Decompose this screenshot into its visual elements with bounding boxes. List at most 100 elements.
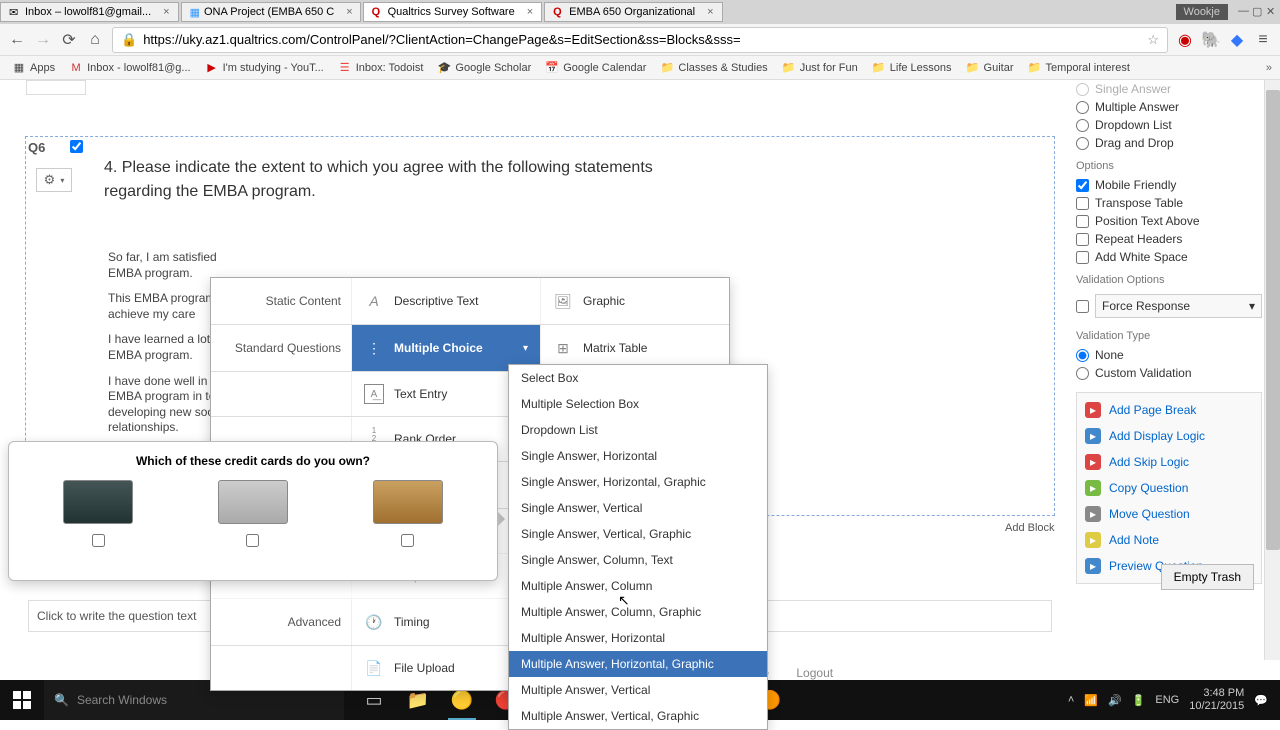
picker-section-standard: Standard Questions	[211, 325, 351, 371]
folder-icon: 📁	[966, 61, 980, 75]
mc-subtype-item[interactable]: Multiple Answer, Column	[509, 573, 767, 599]
battery-icon[interactable]: 🔋	[1132, 694, 1146, 707]
tray-up-icon[interactable]: ˄	[1068, 694, 1074, 706]
page-content: Q6 ⚙ 4. Please indicate the extent to wh…	[0, 80, 1280, 660]
close-icon[interactable]: ×	[527, 6, 533, 18]
question-action[interactable]: ▸Add Display Logic	[1077, 423, 1261, 449]
mc-subtype-item[interactable]: Multiple Answer, Horizontal, Graphic	[509, 651, 767, 677]
mc-subtype-item[interactable]: Multiple Selection Box	[509, 391, 767, 417]
mc-subtype-item[interactable]: Multiple Answer, Column, Graphic	[509, 599, 767, 625]
question-action[interactable]: ▸Add Note	[1077, 527, 1261, 553]
question-options-button[interactable]: ⚙	[36, 168, 72, 192]
text-icon: A	[364, 291, 384, 311]
picker-graphic[interactable]: 🖼Graphic	[540, 278, 729, 324]
qualtrics-icon: Q	[372, 6, 384, 18]
validation-none[interactable]: None	[1076, 346, 1262, 364]
force-response-check[interactable]	[1076, 300, 1089, 313]
bookmark-life[interactable]: 📁Life Lessons	[868, 59, 956, 77]
answers-drag[interactable]: Drag and Drop	[1076, 134, 1262, 152]
volume-icon[interactable]: 🔊	[1108, 694, 1122, 707]
close-icon[interactable]: ×	[346, 6, 352, 18]
tab-emba[interactable]: QEMBA 650 Organizational×	[544, 2, 722, 22]
mc-subtype-item[interactable]: Single Answer, Vertical, Graphic	[509, 521, 767, 547]
question-settings-panel: Single Answer Multiple Answer Dropdown L…	[1076, 80, 1262, 584]
bookmark-inbox[interactable]: MInbox - lowolf81@g...	[65, 59, 195, 77]
tab-ona[interactable]: ▦ONA Project (EMBA 650 C×	[181, 2, 361, 22]
question-text[interactable]: 4. Please indicate the extent to which y…	[104, 156, 704, 204]
menu-icon[interactable]: ≡	[1254, 31, 1272, 49]
star-icon[interactable]: ☆	[1147, 32, 1159, 48]
force-response-select[interactable]: Force Response▾	[1095, 294, 1262, 318]
tab-qualtrics[interactable]: QQualtrics Survey Software×	[363, 2, 543, 22]
taskbar-clock[interactable]: 3:48 PM10/21/2015	[1189, 687, 1244, 713]
option-transpose[interactable]: Transpose Table	[1076, 194, 1262, 212]
bookmark-youtube[interactable]: ▶I'm studying - YouT...	[201, 59, 328, 77]
question-action[interactable]: ▸Copy Question	[1077, 475, 1261, 501]
question-action[interactable]: ▸Move Question	[1077, 501, 1261, 527]
mc-subtype-item[interactable]: Multiple Answer, Horizontal	[509, 625, 767, 651]
reload-icon[interactable]: ⟳	[60, 31, 78, 49]
mc-subtype-item[interactable]: Dropdown List	[509, 417, 767, 443]
bookmarks-overflow-icon[interactable]: »	[1266, 62, 1272, 74]
mc-subtype-item[interactable]: Select Box	[509, 365, 767, 391]
question-action[interactable]: ▸Add Skip Logic	[1077, 449, 1261, 475]
tab-gmail[interactable]: ✉Inbox – lowolf81@gmail...×	[0, 2, 179, 22]
answers-single[interactable]: Single Answer	[1076, 80, 1262, 98]
option-mobile-friendly[interactable]: Mobile Friendly	[1076, 176, 1262, 194]
option-repeat-headers[interactable]: Repeat Headers	[1076, 230, 1262, 248]
option-position-text[interactable]: Position Text Above	[1076, 212, 1262, 230]
ext-icon[interactable]: ◉	[1176, 31, 1194, 49]
calendar-icon: 📅	[545, 61, 559, 75]
bookmark-guitar[interactable]: 📁Guitar	[962, 59, 1018, 77]
question-action[interactable]: ▸Add Page Break	[1077, 397, 1261, 423]
back-icon[interactable]: ←	[8, 31, 26, 49]
question-select-checkbox[interactable]	[70, 140, 83, 153]
notifications-icon[interactable]: 💬	[1254, 694, 1268, 707]
apps-button[interactable]: ▦Apps	[8, 59, 59, 77]
option-white-space[interactable]: Add White Space	[1076, 248, 1262, 266]
user-badge[interactable]: Wookje	[1176, 4, 1228, 20]
footer-link[interactable]: Logout	[796, 666, 833, 680]
home-icon[interactable]: ⌂	[86, 31, 104, 49]
mc-subtype-item[interactable]: Single Answer, Column, Text	[509, 547, 767, 573]
search-icon: 🔍	[54, 693, 69, 707]
maximize-icon[interactable]: ▢	[1252, 5, 1266, 19]
doc-icon: ▦	[190, 6, 200, 18]
dropbox-icon[interactable]: ◆	[1228, 31, 1246, 49]
folder-icon: 📁	[1028, 61, 1042, 75]
chevron-down-icon: ▾	[523, 343, 528, 354]
scroll-thumb[interactable]	[1266, 90, 1280, 550]
mc-subtype-item[interactable]: Single Answer, Horizontal, Graphic	[509, 469, 767, 495]
add-block-link[interactable]: Add Block	[1005, 522, 1055, 534]
close-icon[interactable]: ×	[707, 6, 713, 18]
evernote-icon[interactable]: 🐘	[1202, 31, 1220, 49]
page-scrollbar[interactable]	[1264, 80, 1280, 660]
answers-multiple[interactable]: Multiple Answer	[1076, 98, 1262, 116]
bookmark-calendar[interactable]: 📅Google Calendar	[541, 59, 650, 77]
bookmark-fun[interactable]: 📁Just for Fun	[778, 59, 862, 77]
network-icon[interactable]: 📶	[1084, 694, 1098, 707]
mc-subtype-item[interactable]: Multiple Answer, Vertical, Graphic	[509, 703, 767, 729]
empty-trash-button[interactable]: Empty Trash	[1161, 564, 1254, 590]
bookmark-scholar[interactable]: 🎓Google Scholar	[433, 59, 535, 77]
mc-subtype-item[interactable]: Single Answer, Vertical	[509, 495, 767, 521]
start-button[interactable]	[0, 680, 44, 720]
url-input[interactable]: 🔒 https://uky.az1.qualtrics.com/ControlP…	[112, 27, 1168, 53]
close-window-icon[interactable]: ✕	[1266, 5, 1280, 19]
validation-custom[interactable]: Custom Validation	[1076, 364, 1262, 382]
answers-dropdown[interactable]: Dropdown List	[1076, 116, 1262, 134]
action-icon: ▸	[1085, 402, 1101, 418]
close-icon[interactable]: ×	[163, 6, 169, 18]
question-thumbnail	[26, 80, 86, 95]
forward-icon[interactable]: →	[34, 31, 52, 49]
minimize-icon[interactable]: —	[1238, 5, 1252, 19]
mc-subtype-item[interactable]: Single Answer, Horizontal	[509, 443, 767, 469]
lang-indicator[interactable]: ENG	[1155, 694, 1179, 706]
windows-icon	[13, 691, 31, 709]
bookmark-temporal[interactable]: 📁Temporal interest	[1024, 59, 1134, 77]
mc-subtype-item[interactable]: Multiple Answer, Vertical	[509, 677, 767, 703]
picker-descriptive-text[interactable]: ADescriptive Text	[351, 278, 540, 324]
preview-question-text: Which of these credit cards do you own?	[21, 454, 485, 468]
bookmark-todoist[interactable]: ☰Inbox: Todoist	[334, 59, 428, 77]
bookmark-classes[interactable]: 📁Classes & Studies	[656, 59, 771, 77]
